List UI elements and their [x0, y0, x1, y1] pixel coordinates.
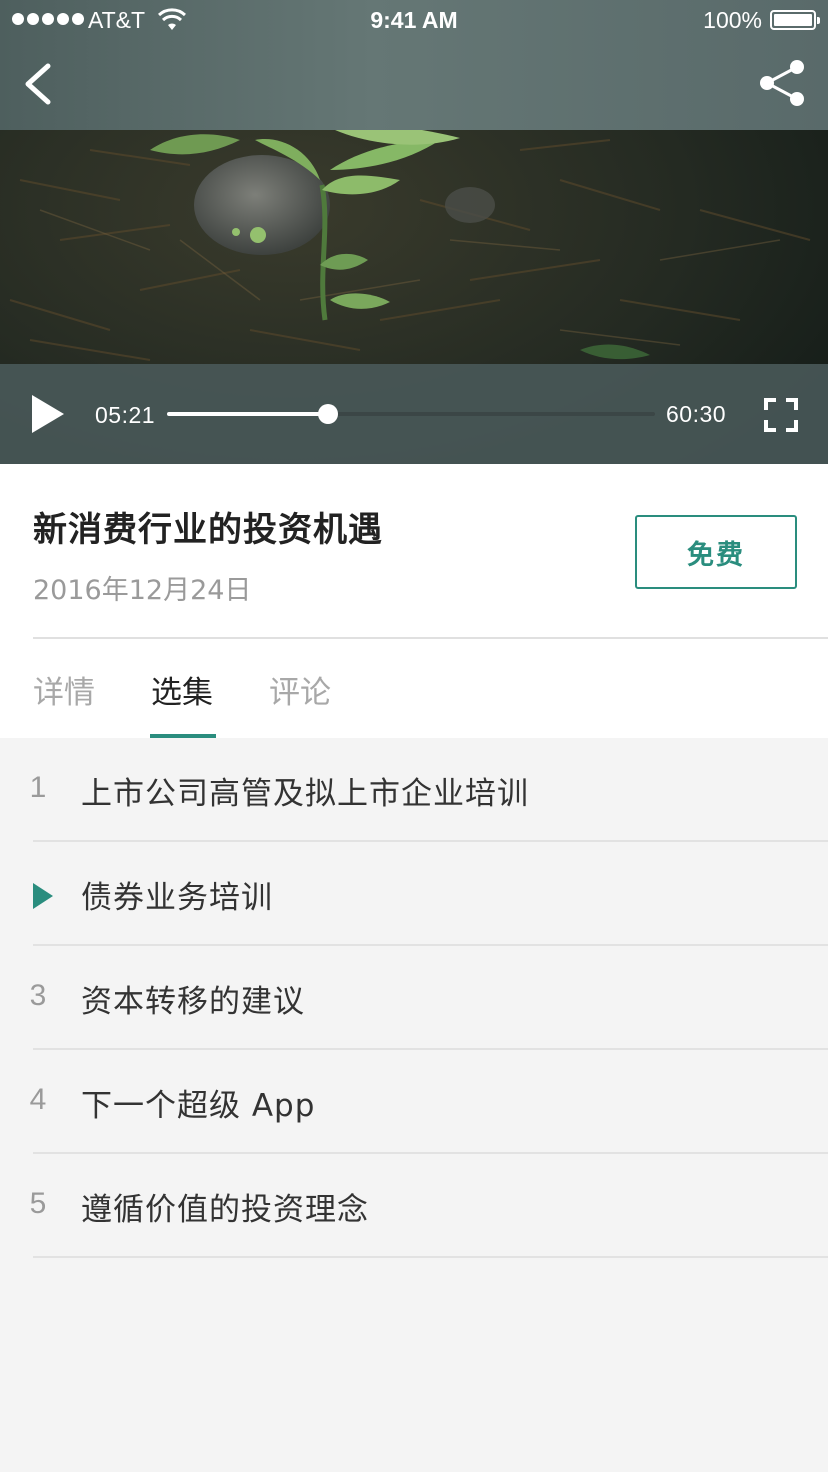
episode-title: 债券业务培训 — [81, 880, 273, 916]
battery-icon — [770, 10, 820, 30]
episode-number: 5 — [29, 1187, 47, 1220]
battery-level — [774, 14, 812, 26]
fullscreen-button[interactable] — [762, 396, 800, 434]
episode-list: 1 上市公司高管及拟上市企业培训 债券业务培训 3 资本转移的建议 4 下一个超… — [0, 738, 828, 1258]
fullscreen-icon — [764, 398, 798, 432]
tab-bar: 详情 选集 评论 — [0, 639, 828, 738]
course-title: 新消费行业的投资机遇 — [33, 510, 383, 550]
episode-number: 3 — [29, 979, 47, 1012]
total-time: 60:30 — [666, 401, 727, 427]
current-time: 05:21 — [95, 402, 156, 428]
tab-comments[interactable]: 评论 — [269, 667, 331, 712]
battery-percentage: 100% — [703, 7, 762, 33]
tab-episodes[interactable]: 选集 — [151, 667, 213, 712]
course-info: 新消费行业的投资机遇 2016年12月24日 免费 详情 选集 评论 — [0, 464, 828, 738]
episode-title: 上市公司高管及拟上市企业培训 — [81, 776, 529, 812]
now-playing-icon — [33, 883, 53, 909]
episode-number: 4 — [29, 1083, 47, 1116]
progress-slider[interactable] — [167, 404, 655, 424]
episode-title: 下一个超级 App — [81, 1088, 316, 1124]
episode-title: 资本转移的建议 — [81, 984, 305, 1020]
list-item[interactable]: 3 资本转移的建议 — [0, 946, 828, 1050]
list-item[interactable]: 1 上市公司高管及拟上市企业培训 — [0, 738, 828, 842]
player-controls: 05:21 60:30 — [0, 364, 828, 464]
episode-title: 遵循价值的投资理念 — [81, 1192, 369, 1228]
episode-number: 1 — [29, 771, 47, 804]
list-item-playing[interactable]: 债券业务培训 — [0, 842, 828, 946]
back-button[interactable] — [20, 58, 60, 110]
progress-fill — [167, 412, 329, 416]
play-icon — [32, 395, 64, 433]
progress-handle[interactable] — [318, 404, 339, 424]
status-bar: AT&T 9:41 AM 100% — [0, 0, 828, 40]
share-icon — [760, 60, 804, 106]
play-button[interactable] — [26, 392, 68, 436]
list-item[interactable]: 4 下一个超级 App — [0, 1050, 828, 1154]
divider — [33, 1256, 828, 1258]
free-button[interactable]: 免费 — [635, 515, 797, 589]
chevron-left-icon — [25, 63, 51, 105]
video-player[interactable]: AT&T 9:41 AM 100% 05:21 60:30 — [0, 0, 828, 464]
share-button[interactable] — [756, 56, 808, 108]
tab-details[interactable]: 详情 — [33, 667, 95, 712]
course-date: 2016年12月24日 — [33, 575, 252, 606]
list-item[interactable]: 5 遵循价值的投资理念 — [0, 1154, 828, 1258]
